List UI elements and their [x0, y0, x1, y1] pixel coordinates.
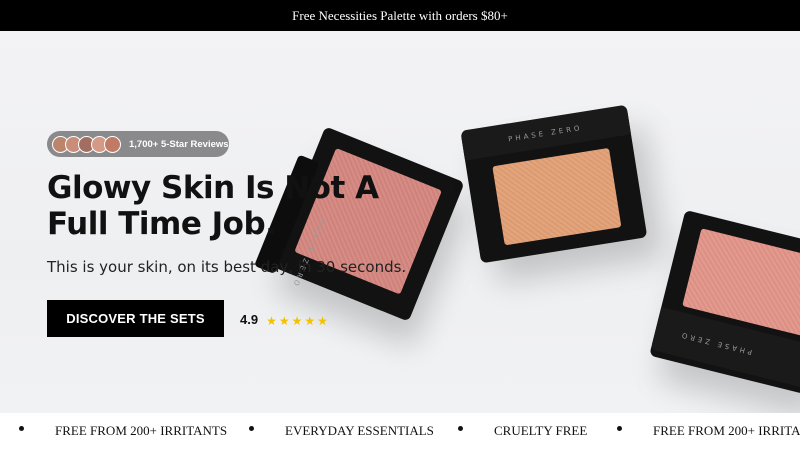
discover-sets-button[interactable]: DISCOVER THE SETS — [47, 300, 224, 337]
bullet-dot-icon — [458, 426, 463, 431]
star-icon: ★ — [304, 314, 316, 328]
ticker-item: FREE FROM 200+ IRRITANTS — [653, 423, 800, 438]
rating-value: 4.9 — [240, 312, 259, 327]
announcement-bar: Free Necessities Palette with orders $80… — [0, 0, 800, 31]
hero-headline: Glowy Skin Is Not A Full Time Job. — [47, 170, 379, 242]
rating-stars: ★ ★ ★ ★ ★ — [266, 310, 330, 329]
ticker-item: FREE FROM 200+ IRRITANTS — [55, 423, 228, 438]
bullet-dot-icon — [617, 426, 622, 431]
bullet-dot-icon — [249, 426, 254, 431]
reviews-badge[interactable]: 1,700+ 5-Star Reviews — [47, 131, 229, 157]
reviews-count-text: 1,700+ 5-Star Reviews — [129, 138, 229, 150]
hero-subheadline: This is your skin, on its best day, in 3… — [47, 258, 407, 276]
rating-summary: 4.9 ★ ★ ★ ★ ★ — [240, 310, 330, 329]
reviewer-avatars — [52, 135, 121, 153]
blush-compact-right: PHASE ZERO — [649, 209, 800, 395]
benefits-ticker: FREE FROM 200+ IRRITANTS EVERYDAY ESSENT… — [0, 413, 800, 450]
blush-pan — [492, 147, 622, 246]
star-icon: ★ — [317, 314, 328, 328]
avatar — [104, 135, 121, 153]
ticker-item: CRUELTY FREE — [494, 423, 588, 438]
star-icon: ★ — [266, 314, 277, 328]
star-icon: ★ — [278, 314, 290, 328]
ticker-item: EVERYDAY ESSENTIALS — [285, 423, 434, 438]
bullet-dot-icon — [19, 426, 24, 431]
announcement-text: Free Necessities Palette with orders $80… — [292, 7, 508, 23]
blush-compact-center: PHASE ZERO — [460, 104, 648, 264]
star-icon: ★ — [291, 314, 303, 328]
